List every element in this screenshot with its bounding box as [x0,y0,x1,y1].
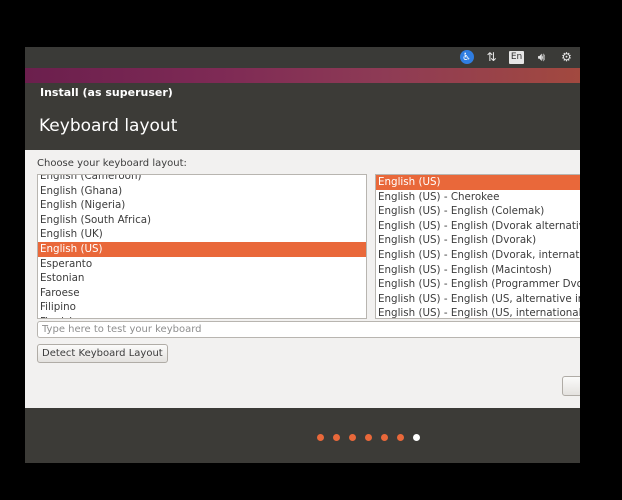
header: Install (as superuser) Keyboard layout [25,83,580,150]
layout-list-item[interactable]: English (Cameroon) [38,175,366,184]
settings-icon[interactable]: ⚙︎ [559,49,574,65]
accessibility-icon[interactable]: ♿ [459,49,474,65]
layout-list-item[interactable]: English (South Africa) [38,213,366,228]
variant-list-item[interactable]: English (US) - English (Dvorak) [376,233,580,248]
variant-list-item[interactable]: English (US) - English (Macintosh) [376,263,580,278]
layout-list-item[interactable]: Esperanto [38,257,366,272]
layout-list-item[interactable]: Finnish [38,315,366,318]
keyboard-indicator[interactable]: En [508,49,525,65]
variant-list-item[interactable]: English (US) - Cherokee [376,190,580,205]
variant-list-item[interactable]: English (US) - English (US, internationa… [376,306,580,318]
variant-list-item[interactable]: English (US) - English (Dvorak, internat… [376,248,580,263]
variant-list-item[interactable]: English (US) - English (US, alternative … [376,292,580,307]
variant-list-item[interactable]: English (US) - English (Programmer Dvora… [376,277,580,292]
layout-list-item[interactable]: Faroese [38,286,366,301]
layout-list-item[interactable]: English (US) [38,241,366,257]
page-title: Keyboard layout [39,116,178,136]
continue-button[interactable] [562,376,580,396]
volume-icon[interactable]: 🔊︎ [534,49,549,65]
content-area: Choose your keyboard layout: English (Ca… [25,150,580,408]
progress-dot-current [413,434,420,441]
layout-list[interactable]: English (Cameroon) English (Ghana) English… [37,174,367,319]
detect-keyboard-layout-button[interactable]: Detect Keyboard Layout [37,344,168,363]
layout-list-item[interactable]: English (Nigeria) [38,198,366,213]
top-panel: ♿ ⇅ En 🔊︎ ⚙︎ [25,47,580,68]
variant-list-item[interactable]: English (US) - English (Dvorak alternati… [376,219,580,234]
variant-list-item[interactable]: English (US) - English (Colemak) [376,204,580,219]
progress-dots [317,434,420,441]
panel-indicators: ♿ ⇅ En 🔊︎ ⚙︎ [459,49,574,65]
progress-dot [397,434,404,441]
decorative-band [25,68,580,83]
choose-layout-label: Choose your keyboard layout: [37,158,187,169]
progress-dot [317,434,324,441]
progress-dot [333,434,340,441]
progress-dot [349,434,356,441]
layout-list-item[interactable]: Estonian [38,271,366,286]
layout-list-item[interactable]: Filipino [38,300,366,315]
layout-list-item[interactable]: English (UK) [38,227,366,242]
variant-list[interactable]: English (US) English (US) - Cherokee Engli… [375,174,580,319]
bottom-bar [25,408,580,463]
window-title: Install (as superuser) [40,86,173,99]
layout-list-item[interactable]: English (Ghana) [38,184,366,199]
progress-dot [365,434,372,441]
variant-list-item[interactable]: English (US) [376,175,580,190]
keyboard-indicator-label: En [508,50,525,64]
keyboard-test-input[interactable] [37,321,580,338]
network-icon[interactable]: ⇅ [484,49,499,65]
installer-window: ♿ ⇅ En 🔊︎ ⚙︎ Install (as superuser) Keyb… [25,47,580,463]
progress-dot [381,434,388,441]
